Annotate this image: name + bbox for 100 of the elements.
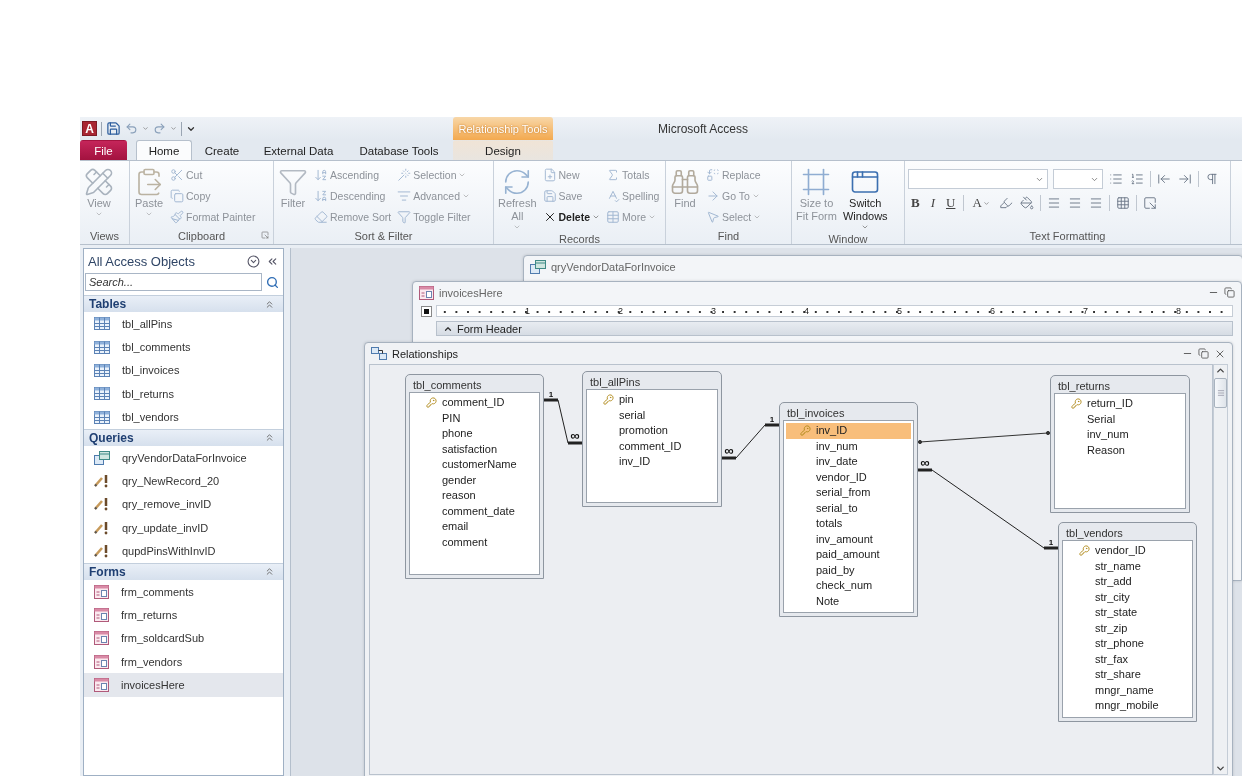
redo-icon[interactable] bbox=[153, 122, 166, 135]
ribbon-tab[interactable]: Home bbox=[136, 140, 192, 160]
field-name[interactable]: mngr_mobile bbox=[1093, 698, 1190, 714]
undo-icon[interactable] bbox=[125, 122, 138, 135]
ribbon-tab[interactable]: Create bbox=[192, 140, 252, 160]
field-name[interactable]: paid_amount bbox=[814, 547, 911, 563]
nav-item[interactable]: tbl_invoices bbox=[84, 358, 283, 383]
scroll-thumb[interactable] bbox=[1214, 378, 1227, 408]
field-name[interactable]: serial_from bbox=[814, 485, 911, 501]
nav-item[interactable]: frm_soldcardSub bbox=[84, 626, 283, 651]
ribbon-button[interactable]: Delete bbox=[541, 207, 602, 227]
field-name[interactable]: Serial bbox=[1085, 411, 1183, 427]
ribbon-tab[interactable]: External Data bbox=[252, 140, 345, 160]
table-box[interactable]: tbl_vendors vendor_ID str_name str_add str_city str_state str_zip str_phone str_fax str_share mngr_name mngr_mobile bbox=[1058, 522, 1197, 722]
restore-icon[interactable] bbox=[1198, 348, 1209, 359]
field-name[interactable]: comment_date bbox=[440, 503, 537, 519]
field-name[interactable]: comment_ID bbox=[440, 395, 537, 411]
field-name[interactable]: Note bbox=[814, 593, 911, 609]
table-box[interactable]: tbl_invoices inv_ID inv_num inv_date vendor_ID serial_from serial_to totals inv_amount paid_amount paid_by check_num Note bbox=[779, 402, 918, 617]
scroll-up-icon[interactable] bbox=[1215, 365, 1226, 376]
font-size-field[interactable] bbox=[1053, 169, 1103, 189]
nav-item[interactable]: qry_remove_invID bbox=[84, 492, 283, 517]
nav-item[interactable]: frm_returns bbox=[84, 603, 283, 627]
field-name[interactable]: vendor_ID bbox=[1093, 543, 1190, 559]
format-button[interactable]: I bbox=[927, 193, 938, 213]
format-button[interactable]: U bbox=[943, 193, 959, 213]
field-name[interactable]: mngr_name bbox=[1093, 682, 1190, 698]
relationship-line[interactable] bbox=[722, 423, 779, 460]
app-logo[interactable]: A bbox=[82, 121, 97, 136]
field-name[interactable]: str_name bbox=[1093, 558, 1190, 574]
field-name[interactable]: serial_to bbox=[814, 500, 911, 516]
nav-item[interactable]: tbl_vendors bbox=[84, 405, 283, 429]
field-name[interactable]: satisfaction bbox=[440, 441, 537, 457]
table-title: tbl_invoices bbox=[786, 406, 846, 420]
field-name[interactable]: str_share bbox=[1093, 667, 1190, 683]
field-name[interactable]: phone bbox=[440, 426, 537, 442]
field-name[interactable]: inv_ID bbox=[617, 454, 715, 470]
scroll-down-icon[interactable] bbox=[1215, 763, 1226, 774]
field-name[interactable]: promotion bbox=[617, 423, 715, 439]
ribbon-tab[interactable]: Design bbox=[453, 140, 553, 160]
pilcrow-icon bbox=[1205, 172, 1219, 186]
table-box[interactable]: tbl_comments comment_ID PIN phone satisfaction customerName gender reason comment_date email comment bbox=[405, 374, 544, 579]
field-name[interactable]: check_num bbox=[814, 578, 911, 594]
section-bar[interactable]: Form Header bbox=[436, 321, 1233, 336]
nav-item[interactable]: frm_vendors bbox=[84, 650, 283, 674]
nav-item[interactable]: tbl_returns bbox=[84, 382, 283, 406]
dialog-launcher-icon[interactable] bbox=[261, 231, 269, 239]
ribbon-tab[interactable]: Database Tools bbox=[345, 140, 453, 160]
search-icon[interactable] bbox=[266, 275, 279, 289]
field-name[interactable]: inv_date bbox=[814, 454, 911, 470]
field-name[interactable]: inv_num bbox=[1085, 427, 1183, 443]
field-name[interactable]: Reason bbox=[1085, 442, 1183, 458]
field-name[interactable]: inv_num bbox=[814, 438, 911, 454]
field-name[interactable]: email bbox=[440, 519, 537, 535]
nav-item[interactable]: qry_update_invID bbox=[84, 516, 283, 540]
field-name[interactable]: customerName bbox=[440, 457, 537, 473]
field-name[interactable]: str_city bbox=[1093, 589, 1190, 605]
vertical-scrollbar[interactable] bbox=[1213, 364, 1228, 775]
field-name[interactable]: str_phone bbox=[1093, 636, 1190, 652]
font-name-field[interactable] bbox=[908, 169, 1048, 189]
table-box[interactable]: tbl_allPins pin serial promotion comment_ID inv_ID bbox=[582, 371, 722, 507]
field-name[interactable]: comment bbox=[440, 534, 537, 550]
relationship-line[interactable] bbox=[917, 430, 1051, 445]
section-header[interactable]: Forms bbox=[84, 562, 283, 580]
field-name[interactable]: paid_by bbox=[814, 562, 911, 578]
field-name[interactable]: str_state bbox=[1093, 605, 1190, 621]
field-name[interactable]: pin bbox=[617, 392, 715, 408]
format-button[interactable]: B bbox=[908, 193, 923, 213]
nav-item[interactable]: invoicesHere bbox=[84, 673, 283, 697]
font-color-button[interactable]: A bbox=[969, 193, 993, 213]
nav-item[interactable]: frm_comments bbox=[84, 579, 283, 604]
form-selector[interactable] bbox=[421, 305, 432, 317]
field-name[interactable]: PIN bbox=[440, 410, 537, 426]
restore-icon[interactable] bbox=[1224, 287, 1235, 298]
field-name[interactable]: comment_ID bbox=[617, 438, 715, 454]
field-name[interactable]: inv_ID bbox=[814, 423, 911, 439]
ribbon-tab[interactable]: File bbox=[80, 140, 127, 160]
ribbon-button[interactable]: Switch Windows bbox=[841, 165, 889, 233]
field-name[interactable]: str_fax bbox=[1093, 651, 1190, 667]
section-header[interactable]: Queries bbox=[84, 428, 283, 446]
field-name[interactable]: str_zip bbox=[1093, 620, 1190, 636]
nav-item[interactable]: qupdPinsWithInvID bbox=[84, 539, 283, 563]
dropdown-icon[interactable] bbox=[247, 254, 260, 268]
section-header[interactable]: Tables bbox=[84, 295, 283, 312]
field-name[interactable]: serial bbox=[617, 407, 715, 423]
field-name[interactable]: reason bbox=[440, 488, 537, 504]
field-name[interactable]: return_ID bbox=[1085, 396, 1183, 412]
nav-item[interactable]: tbl_comments bbox=[84, 335, 283, 359]
table-box[interactable]: tbl_returns return_ID Serial inv_num Reason bbox=[1050, 375, 1190, 513]
field-name[interactable]: gender bbox=[440, 472, 537, 488]
field-name[interactable]: vendor_ID bbox=[814, 469, 911, 485]
nav-item[interactable]: qryVendorDataForInvoice bbox=[84, 445, 283, 470]
relationship-line[interactable] bbox=[544, 398, 582, 445]
nav-item[interactable]: tbl_allPins bbox=[84, 312, 283, 336]
nav-item[interactable]: qry_NewRecord_20 bbox=[84, 469, 283, 493]
field-name[interactable]: str_add bbox=[1093, 574, 1190, 590]
field-name[interactable]: totals bbox=[814, 516, 911, 532]
search-field[interactable]: Search... bbox=[85, 273, 262, 291]
field-name[interactable]: inv_amount bbox=[814, 531, 911, 547]
save-icon[interactable] bbox=[106, 121, 121, 136]
